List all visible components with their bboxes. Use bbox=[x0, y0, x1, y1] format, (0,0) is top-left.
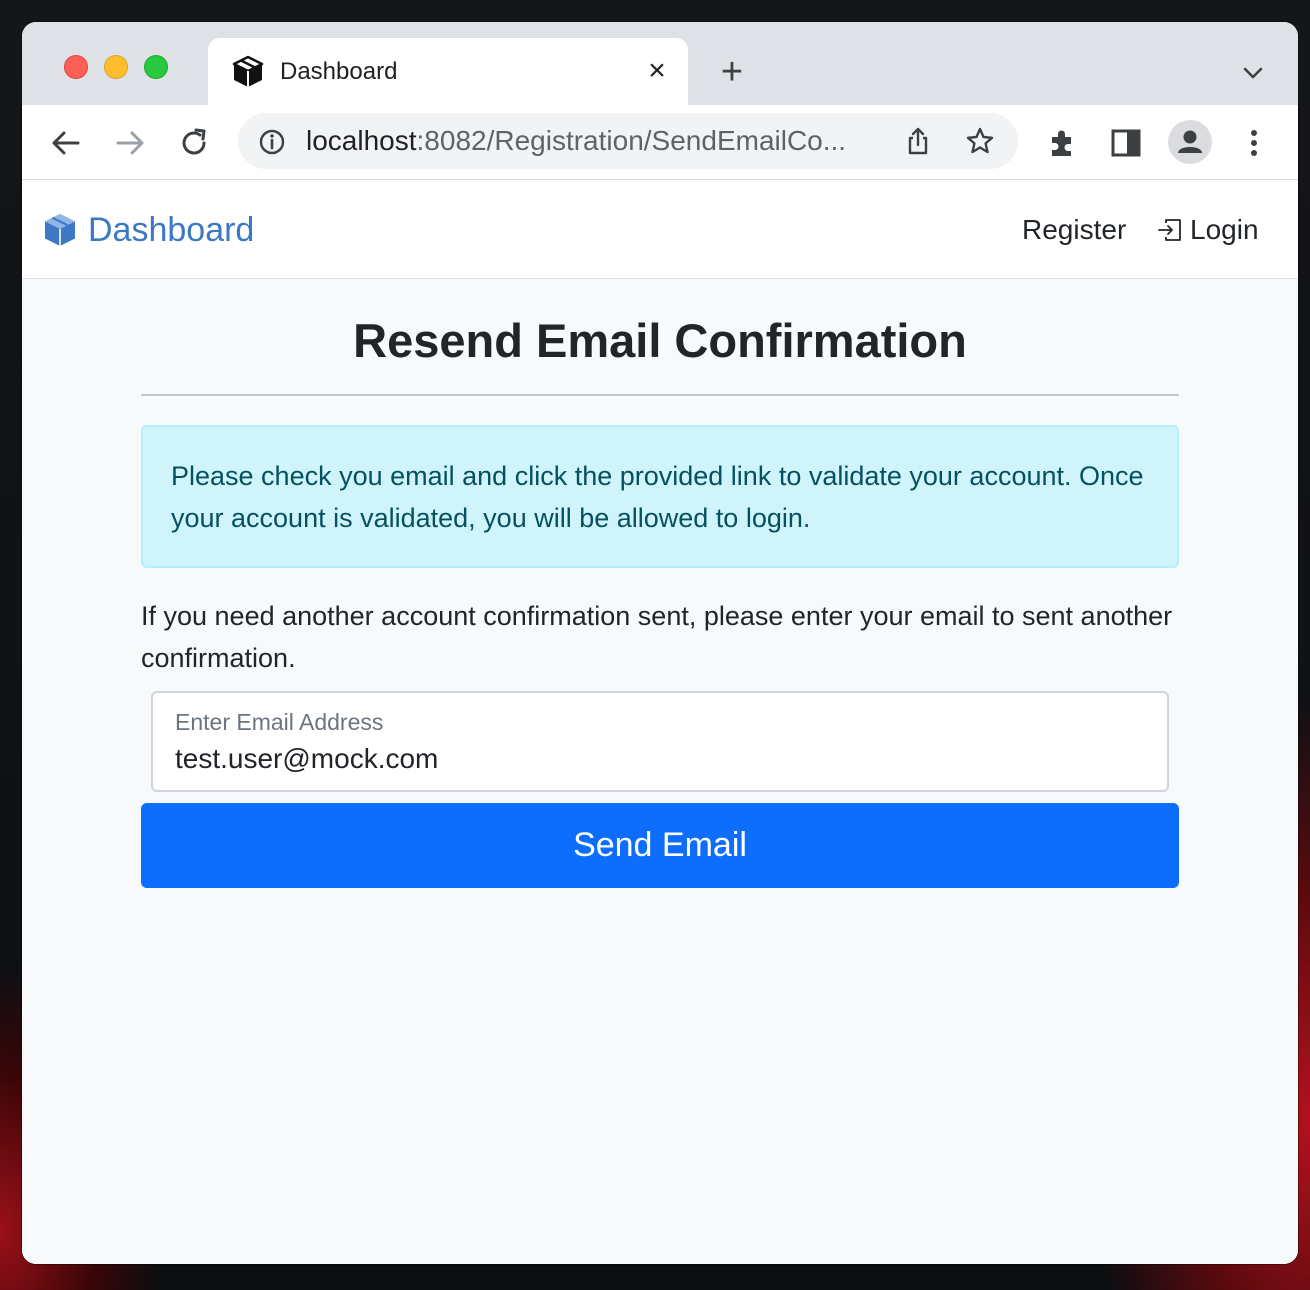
arrow-right-icon[interactable] bbox=[112, 125, 148, 161]
person-icon bbox=[1178, 130, 1202, 153]
window-close-button[interactable] bbox=[64, 55, 88, 79]
box-icon bbox=[45, 214, 75, 246]
arrow-left-icon[interactable] bbox=[48, 125, 84, 161]
kebab-menu-icon[interactable] bbox=[1236, 125, 1272, 161]
login-link[interactable]: Login bbox=[1156, 214, 1259, 246]
box-icon bbox=[232, 55, 264, 87]
navbar-brand[interactable]: Dashboard bbox=[42, 208, 254, 252]
web-page: Dashboard Register Login Resend Email Co… bbox=[22, 180, 1298, 1264]
reload-icon[interactable] bbox=[176, 125, 212, 161]
send-email-button[interactable]: Send Email bbox=[141, 803, 1179, 888]
url-host: localhost bbox=[306, 125, 417, 156]
address-bar[interactable]: localhost:8082/Registration/SendEmailCo.… bbox=[238, 113, 1018, 169]
star-icon[interactable] bbox=[964, 125, 996, 157]
box-arrow-in-right-icon bbox=[1158, 219, 1181, 241]
divider bbox=[141, 394, 1179, 396]
url-text[interactable]: localhost:8082/Registration/SendEmailCo.… bbox=[306, 125, 881, 157]
email-field[interactable]: Enter Email Address bbox=[151, 691, 1169, 792]
login-label: Login bbox=[1190, 214, 1259, 245]
tab-strip: Dashboard × + bbox=[22, 22, 1298, 105]
info-alert: Please check you email and click the pro… bbox=[141, 425, 1179, 568]
email-field-label: Enter Email Address bbox=[175, 709, 384, 735]
site-navbar: Dashboard Register Login bbox=[22, 180, 1298, 279]
email-input[interactable] bbox=[175, 739, 1135, 779]
help-text: If you need another account confirmation… bbox=[141, 601, 1173, 673]
tab-close-button[interactable]: × bbox=[642, 56, 672, 86]
profile-button[interactable] bbox=[1168, 120, 1212, 164]
share-icon[interactable] bbox=[902, 125, 934, 157]
puzzle-icon[interactable] bbox=[1044, 125, 1080, 161]
info-icon[interactable] bbox=[258, 128, 286, 156]
chevron-down-icon[interactable] bbox=[1238, 58, 1268, 88]
page-title: Resend Email Confirmation bbox=[353, 314, 967, 367]
window-minimize-button[interactable] bbox=[104, 55, 128, 79]
new-tab-button[interactable]: + bbox=[712, 53, 752, 94]
window-maximize-button[interactable] bbox=[144, 55, 168, 79]
browser-toolbar: localhost:8082/Registration/SendEmailCo.… bbox=[22, 105, 1298, 180]
browser-window: Dashboard × + localhost:8082/Registratio… bbox=[22, 22, 1298, 1264]
register-link[interactable]: Register bbox=[1022, 214, 1126, 246]
browser-tab[interactable]: Dashboard × bbox=[208, 38, 688, 105]
side-panel-icon[interactable] bbox=[1108, 125, 1144, 161]
brand-text: Dashboard bbox=[88, 210, 255, 249]
url-path: :8082/Registration/SendEmailCo... bbox=[416, 125, 847, 156]
tab-title: Dashboard bbox=[280, 58, 398, 85]
